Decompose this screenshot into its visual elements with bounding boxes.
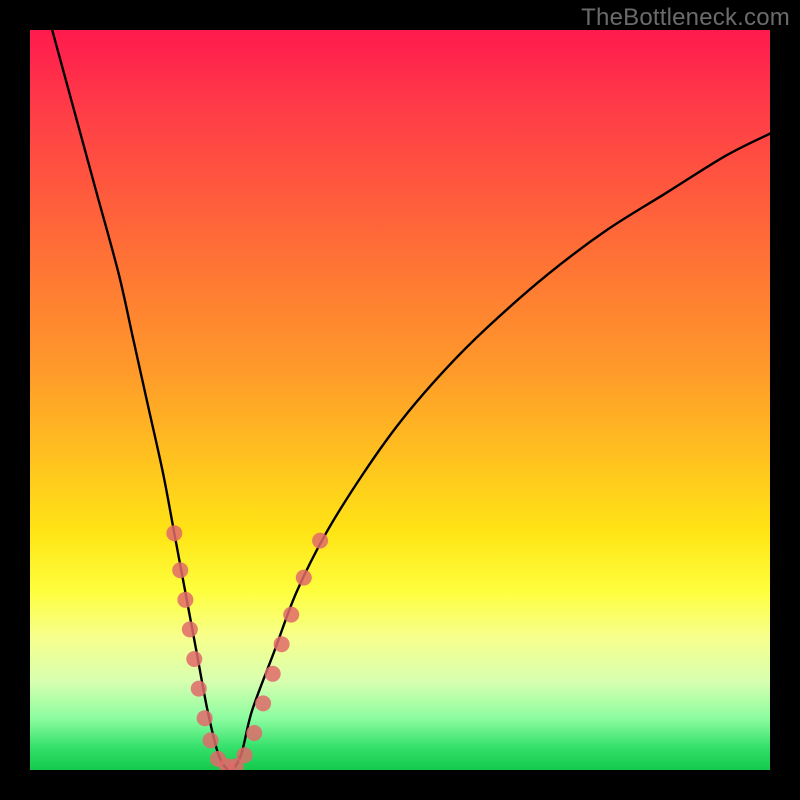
- curve-layer: [30, 30, 770, 770]
- sample-point: [283, 607, 299, 623]
- sample-point: [255, 695, 271, 711]
- sample-point: [166, 525, 182, 541]
- sample-point: [265, 666, 281, 682]
- sample-point: [246, 725, 262, 741]
- bottleneck-curve: [52, 30, 770, 770]
- sample-point: [203, 732, 219, 748]
- plot-area: [30, 30, 770, 770]
- watermark-text: TheBottleneck.com: [581, 4, 790, 32]
- sample-point: [172, 562, 188, 578]
- sample-point: [186, 651, 202, 667]
- sample-point: [182, 621, 198, 637]
- chart-frame: TheBottleneck.com: [0, 0, 800, 800]
- sample-point: [237, 747, 253, 763]
- sample-point: [197, 710, 213, 726]
- sample-points: [166, 525, 328, 770]
- sample-point: [296, 570, 312, 586]
- sample-point: [177, 592, 193, 608]
- sample-point: [312, 533, 328, 549]
- sample-point: [274, 636, 290, 652]
- sample-point: [191, 681, 207, 697]
